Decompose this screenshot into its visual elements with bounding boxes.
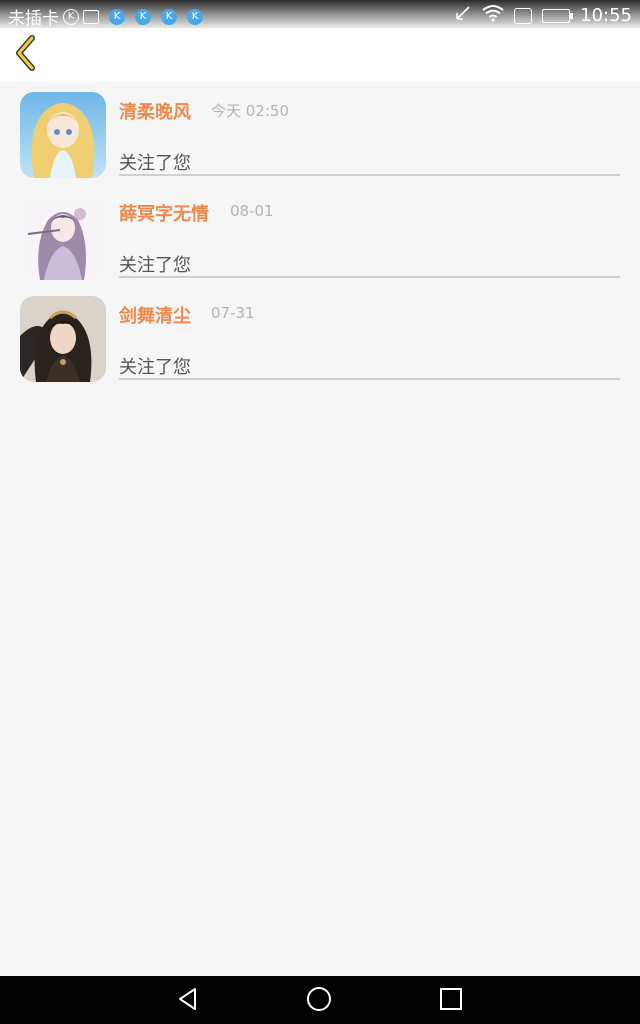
clock: 10:55 xyxy=(580,5,632,26)
nav-home-button[interactable] xyxy=(304,986,334,1016)
back-button[interactable] xyxy=(6,34,46,76)
k-app-icon: K xyxy=(109,8,125,25)
chevron-left-icon xyxy=(12,35,40,75)
user-name[interactable]: 剑舞清尘 xyxy=(119,302,191,328)
notification-list: 清柔晚风 今天 02:50 关注了您 薛冥字无情 08-01 关注了您 剑舞清尘… xyxy=(0,90,640,396)
list-item[interactable]: 剑舞清尘 07-31 关注了您 xyxy=(0,294,640,396)
nav-back-button[interactable] xyxy=(173,986,203,1016)
divider xyxy=(119,174,620,176)
avatar[interactable] xyxy=(20,296,106,382)
k-app-icon: K xyxy=(161,8,177,25)
timestamp: 07-31 xyxy=(211,304,255,322)
timestamp: 08-01 xyxy=(230,202,274,220)
user-name[interactable]: 清柔晚风 xyxy=(119,98,191,124)
list-item[interactable]: 薛冥字无情 08-01 关注了您 xyxy=(0,192,640,294)
avatar[interactable] xyxy=(20,92,106,178)
timestamp: 今天 02:50 xyxy=(211,102,289,120)
image-icon xyxy=(83,9,99,24)
square-recents-icon xyxy=(438,986,464,1016)
divider xyxy=(119,378,620,380)
wifi-icon xyxy=(482,4,504,27)
k-app-icon: K xyxy=(135,8,151,25)
system-nav-bar xyxy=(0,976,640,1024)
status-right: 10:55 xyxy=(454,4,632,27)
battery-icon xyxy=(542,8,574,23)
triangle-back-icon xyxy=(175,986,201,1016)
message-text: 关注了您 xyxy=(119,153,191,174)
circle-home-icon xyxy=(305,985,333,1017)
k-app-icon: K xyxy=(187,8,203,25)
status-left: 未插卡 K K K K K xyxy=(8,4,203,29)
header xyxy=(0,28,640,82)
message-text: 关注了您 xyxy=(119,357,191,378)
message-text: 关注了您 xyxy=(119,255,191,276)
avatar[interactable] xyxy=(20,194,106,280)
divider xyxy=(119,276,620,278)
status-bar: 未插卡 K K K K K 10:55 xyxy=(0,0,640,29)
list-item[interactable]: 清柔晚风 今天 02:50 关注了您 xyxy=(0,90,640,192)
k-circle-icon: K xyxy=(63,8,79,25)
user-name[interactable]: 薛冥字无情 xyxy=(119,200,209,226)
carrier-label: 未插卡 xyxy=(8,9,59,29)
no-signal-icon xyxy=(454,4,472,27)
nav-recents-button[interactable] xyxy=(436,986,466,1016)
sim-icon xyxy=(514,7,533,24)
